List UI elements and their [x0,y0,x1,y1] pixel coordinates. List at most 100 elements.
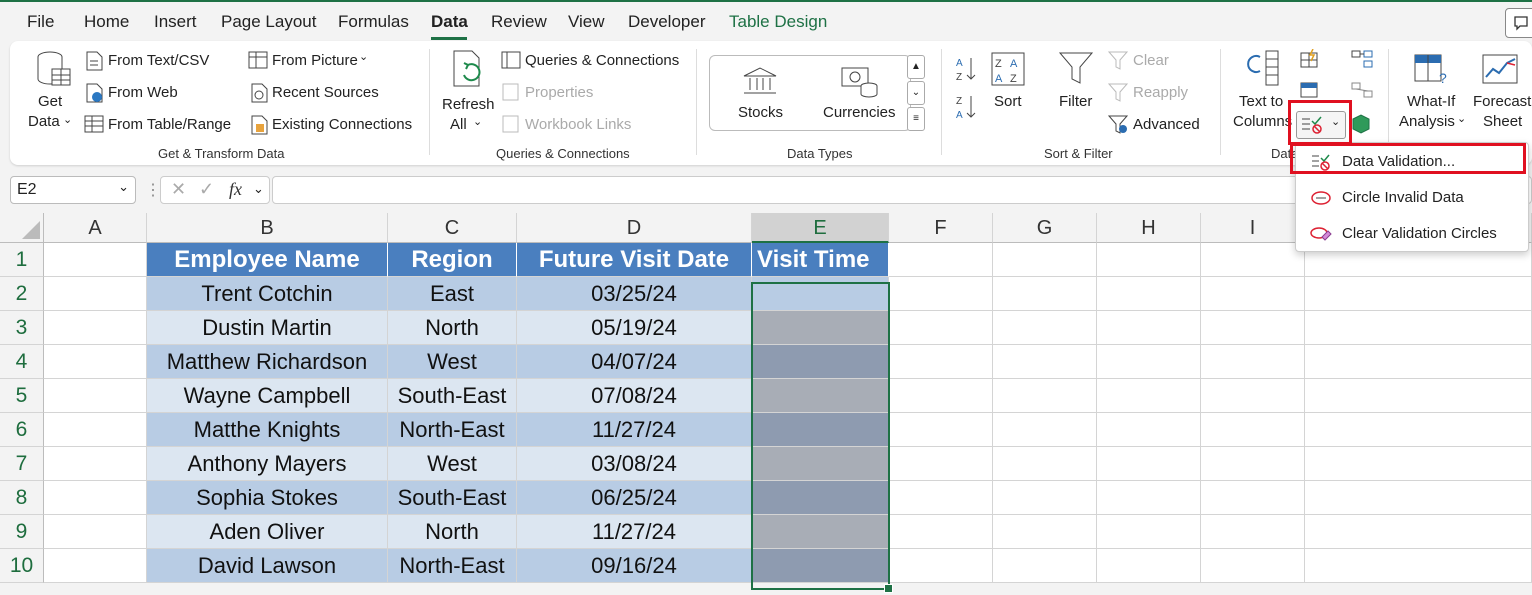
grid-cell[interactable] [889,243,993,277]
col-header-g[interactable]: G [993,213,1097,243]
table-cell[interactable]: West [388,447,517,481]
menu-formulas[interactable]: Formulas [338,12,409,32]
grid-cell[interactable] [1097,311,1201,345]
grid-cell[interactable] [1097,277,1201,311]
consolidate-icon[interactable] [1350,49,1374,71]
from-table-range-button[interactable]: From Table/Range [108,116,231,133]
fill-handle[interactable] [884,584,893,593]
grid-cell[interactable] [993,447,1097,481]
grid-cell[interactable] [1097,481,1201,515]
table-cell[interactable]: Trent Cotchin [147,277,388,311]
table-cell[interactable]: 11/27/24 [517,515,752,549]
grid-cell[interactable] [44,447,147,481]
row-header[interactable]: 5 [0,379,44,413]
from-web-button[interactable]: From Web [108,84,178,101]
grid-cell[interactable] [1097,345,1201,379]
grid-cell[interactable] [993,413,1097,447]
table-cell[interactable]: North-East [388,413,517,447]
chevron-down-icon[interactable]: ⌄ [63,113,72,126]
menu-insert[interactable]: Insert [154,12,197,32]
flash-fill-icon[interactable] [1299,49,1321,69]
grid-cell[interactable] [1097,413,1201,447]
grid-cell[interactable] [1305,549,1532,583]
menu-review[interactable]: Review [491,12,547,32]
menu-view[interactable]: View [568,12,605,32]
get-data-label2[interactable]: Data [28,113,60,130]
table-cell[interactable] [752,311,889,345]
row-header[interactable]: 4 [0,345,44,379]
col-header-b[interactable]: B [147,213,388,243]
gallery-down-icon[interactable]: ⌄ [907,81,925,105]
chevron-down-icon[interactable]: ⌄ [1457,112,1466,125]
gallery-more-icon[interactable]: ≡ [907,107,925,131]
grid-cell[interactable] [889,413,993,447]
reapply-button[interactable]: Reapply [1133,84,1188,101]
select-all-corner[interactable] [0,213,44,243]
clear-button[interactable]: Clear [1133,52,1169,69]
stocks-button[interactable]: Stocks [738,104,783,121]
grid-cell[interactable] [1201,481,1305,515]
insert-function-icon[interactable]: fx [229,179,242,200]
row-header[interactable]: 7 [0,447,44,481]
table-header-cell[interactable]: Visit Time [752,243,889,277]
table-cell[interactable] [752,549,889,583]
menu-item-clear-circles[interactable]: Clear Validation Circles [1296,217,1528,251]
remove-duplicates-icon[interactable] [1299,81,1321,101]
grid-cell[interactable] [889,549,993,583]
grid-cell[interactable] [1097,379,1201,413]
chevron-down-icon[interactable]: ⌄ [473,115,482,128]
grid-cell[interactable] [1201,515,1305,549]
table-cell[interactable]: 03/25/24 [517,277,752,311]
table-cell[interactable]: Dustin Martin [147,311,388,345]
from-text-csv-button[interactable]: From Text/CSV [108,52,209,69]
grid-cell[interactable] [44,379,147,413]
grid-cell[interactable] [993,243,1097,277]
relationships-icon[interactable] [1350,113,1372,135]
grid-cell[interactable] [1305,379,1532,413]
cancel-icon[interactable]: ✕ [171,179,186,200]
table-cell[interactable] [752,515,889,549]
table-cell[interactable]: South-East [388,379,517,413]
row-header[interactable]: 1 [0,243,44,277]
grid-cell[interactable] [1201,311,1305,345]
grid-cell[interactable] [1097,447,1201,481]
from-picture-button[interactable]: From Picture [272,52,358,69]
sort-button[interactable]: Sort [994,93,1022,110]
text-to-columns-label2[interactable]: Columns [1233,113,1292,130]
grid-cell[interactable] [993,379,1097,413]
manage-data-model-icon[interactable] [1350,81,1374,103]
filter-button[interactable]: Filter [1059,93,1092,110]
table-cell[interactable]: 07/08/24 [517,379,752,413]
chevron-down-icon[interactable]: ⌄ [253,181,264,197]
recent-sources-button[interactable]: Recent Sources [272,84,379,101]
grid-cell[interactable] [44,345,147,379]
table-cell[interactable] [752,413,889,447]
grid-cell[interactable] [993,515,1097,549]
text-to-columns-label1[interactable]: Text to [1239,93,1283,110]
table-cell[interactable]: 04/07/24 [517,345,752,379]
table-cell[interactable]: North [388,515,517,549]
grid-cell[interactable] [44,515,147,549]
grid-cell[interactable] [44,549,147,583]
grid-cell[interactable] [993,311,1097,345]
grid-cell[interactable] [44,481,147,515]
sort-za-icon[interactable]: ZA [954,93,978,121]
grid-cell[interactable] [1305,515,1532,549]
table-cell[interactable] [752,447,889,481]
grid-cell[interactable] [1305,413,1532,447]
grid-cell[interactable] [1201,345,1305,379]
menu-item-circle-invalid[interactable]: Circle Invalid Data [1296,181,1528,215]
grid-cell[interactable] [1201,413,1305,447]
what-if-label1[interactable]: What-If [1407,93,1455,110]
grid-cell[interactable] [889,515,993,549]
grid-cell[interactable] [1097,243,1201,277]
sort-az-icon[interactable]: AZ [954,55,978,83]
advanced-button[interactable]: Advanced [1133,116,1200,133]
table-cell[interactable]: Aden Oliver [147,515,388,549]
grid-cell[interactable] [44,311,147,345]
chevron-down-icon[interactable]: ⌄ [359,50,368,63]
queries-connections-button[interactable]: Queries & Connections [525,52,679,69]
table-cell[interactable]: Matthe Knights [147,413,388,447]
grid-cell[interactable] [889,345,993,379]
row-header[interactable]: 10 [0,549,44,583]
